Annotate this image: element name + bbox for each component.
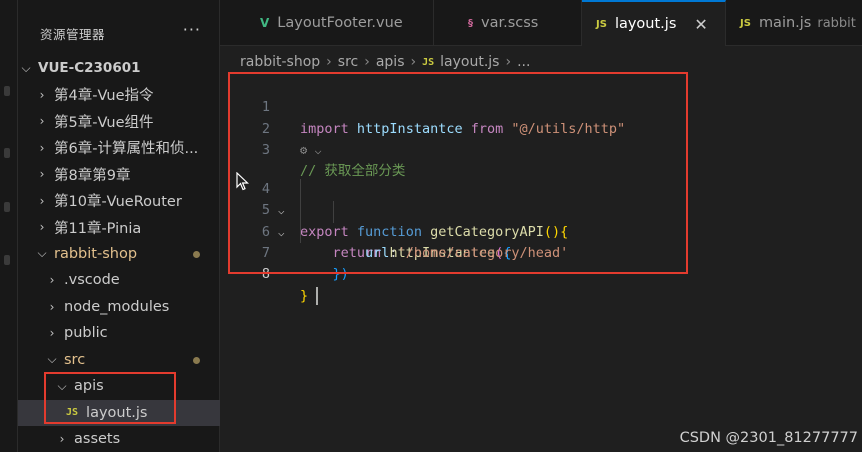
breadcrumb-item[interactable]: apis — [376, 54, 405, 70]
bracket: } — [300, 287, 309, 304]
breadcrumb-item[interactable]: src — [338, 54, 358, 70]
chevron-down-icon: ⌵ — [21, 60, 31, 75]
folder-label: public — [64, 325, 108, 342]
tab-var-scss[interactable]: § var.scss — [434, 0, 582, 46]
breadcrumb-item[interactable]: ... — [517, 54, 530, 70]
tab-label: main.js — [758, 15, 812, 31]
chevron-right-icon: › — [49, 326, 55, 341]
project-name: VUE-C230601 — [38, 60, 141, 77]
tree-folder-public[interactable]: › public — [18, 320, 220, 347]
close-icon[interactable]: ✕ — [694, 15, 707, 34]
chevron-right-icon: › — [39, 167, 45, 182]
scss-icon: § — [468, 17, 473, 29]
tree-folder-node-modules[interactable]: › node_modules — [18, 294, 220, 321]
folder-label: .vscode — [64, 272, 120, 289]
activity-bar — [0, 0, 18, 452]
tree-folder-ch4[interactable]: › 第4章-Vue指令 — [18, 82, 220, 109]
breadcrumb-item[interactable]: rabbit-shop — [240, 54, 320, 70]
js-file-icon: JS — [740, 17, 751, 29]
tree-folder-ch11[interactable]: › 第11章-Pinia — [18, 214, 220, 241]
tab-layoutfooter[interactable]: V LayoutFooter.vue — [220, 0, 434, 46]
folder-label: 第6章-计算属性和侦... — [54, 141, 199, 158]
tree-folder-assets[interactable]: › assets — [18, 426, 220, 452]
js-file-icon: JS — [596, 18, 607, 30]
tree-folder-rabbit-shop[interactable]: ⌵ rabbit-shop — [18, 241, 220, 268]
chevron-right-icon: › — [505, 54, 512, 70]
breadcrumb: rabbit-shop › src › apis › JS layout.js … — [240, 54, 530, 70]
tree-folder-vscode[interactable]: › .vscode — [18, 267, 220, 294]
chevron-right-icon: › — [49, 273, 55, 288]
chevron-right-icon: › — [49, 299, 55, 314]
more-actions-icon[interactable]: ··· — [183, 20, 201, 39]
chevron-right-icon: › — [39, 87, 45, 102]
folder-label: rabbit-shop — [54, 245, 138, 262]
tab-label: LayoutFooter.vue — [277, 15, 403, 31]
tab-main-js[interactable]: JS main.js rabbit — [726, 0, 862, 46]
breadcrumb-item[interactable]: layout.js — [440, 54, 499, 70]
folder-label: 第4章-Vue指令 — [54, 88, 154, 105]
chevron-right-icon: › — [326, 54, 332, 70]
chevron-right-icon: › — [59, 432, 65, 447]
tree-folder-src[interactable]: ⌵ src — [18, 347, 220, 374]
activity-marker — [4, 255, 10, 265]
chevron-right-icon: › — [39, 220, 45, 235]
highlight-box-code — [228, 72, 688, 274]
project-root[interactable]: ⌵ VUE-C230601 — [18, 55, 220, 82]
text-cursor — [316, 286, 318, 305]
chevron-right-icon: › — [410, 54, 417, 70]
chevron-right-icon: › — [364, 54, 370, 70]
folder-label: 第8章第9章 — [54, 167, 131, 184]
activity-marker — [4, 148, 10, 158]
chevron-right-icon: › — [39, 193, 45, 208]
tab-label: var.scss — [481, 15, 539, 31]
tab-label: layout.js — [614, 16, 677, 32]
tree-folder-ch8-9[interactable]: › 第8章第9章 — [18, 161, 220, 188]
highlight-box-tree — [44, 372, 176, 424]
tree-folder-ch10[interactable]: › 第10章-VueRouter — [18, 188, 220, 215]
folder-label: 第10章-VueRouter — [54, 194, 182, 211]
editor-area: V LayoutFooter.vue § var.scss JS layout.… — [220, 0, 862, 452]
tab-bar: V LayoutFooter.vue § var.scss JS layout.… — [220, 0, 862, 46]
js-file-icon: JS — [422, 56, 435, 68]
tree-folder-ch5[interactable]: › 第5章-Vue组件 — [18, 108, 220, 135]
folder-label: 第5章-Vue组件 — [54, 114, 154, 131]
vue-icon: V — [260, 16, 270, 30]
chevron-down-icon: ⌵ — [47, 352, 57, 367]
watermark: CSDN @2301_81277777 — [679, 430, 858, 446]
folder-label: node_modules — [64, 298, 170, 315]
mouse-pointer-icon — [236, 172, 249, 191]
activity-marker — [4, 202, 10, 212]
tree-folder-ch6[interactable]: › 第6章-计算属性和侦... — [18, 135, 220, 162]
modified-dot — [193, 356, 200, 364]
explorer-sidebar: 资源管理器 ··· ⌵ VUE-C230601 › 第4章-Vue指令 › 第5… — [18, 0, 220, 452]
modified-dot — [193, 250, 200, 258]
explorer-title: 资源管理器 — [40, 27, 106, 42]
chevron-right-icon: › — [39, 114, 45, 129]
folder-label: 第11章-Pinia — [54, 220, 142, 237]
tab-layout-js[interactable]: JS layout.js ✕ — [582, 0, 726, 46]
tab-description: rabbit — [817, 15, 856, 31]
explorer-header: 资源管理器 ··· — [18, 0, 219, 58]
chevron-right-icon: › — [39, 140, 45, 155]
activity-marker — [4, 86, 10, 96]
chevron-down-icon: ⌵ — [37, 246, 47, 261]
folder-label: src — [64, 351, 86, 368]
folder-label: assets — [74, 431, 121, 448]
